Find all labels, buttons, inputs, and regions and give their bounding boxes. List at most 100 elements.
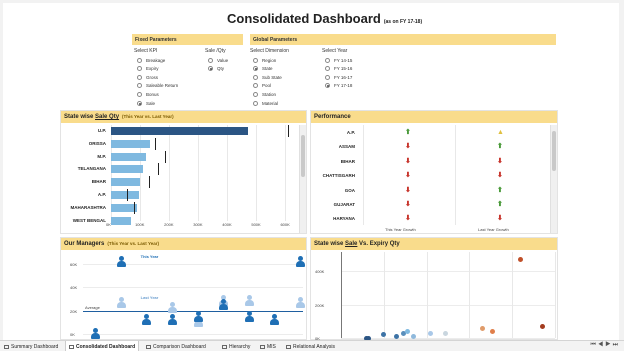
radio-button-icon[interactable] [137,91,142,97]
state-sale-scrollbar[interactable] [299,125,306,233]
perf-this-year-down-arrow-icon: ⬇ [405,215,411,223]
state-bar-m-p[interactable] [111,152,146,161]
last-tab-icon[interactable]: ⏭ [613,342,620,348]
state-bar-bihar[interactable] [111,178,141,187]
page-title: Consolidated Dashboard (as on FY 17-18) [227,11,423,26]
manager-last-year-person-icon[interactable] [167,302,177,314]
manager-this-year-person-icon[interactable] [91,328,100,339]
manager-this-year-person-icon[interactable] [142,314,152,325]
radio-button-icon[interactable] [253,100,258,106]
state-bar-telangana[interactable] [111,165,143,174]
dimension-option-region[interactable]: Region [253,57,276,63]
state-bar-a-p[interactable] [111,191,139,199]
scatter-point[interactable] [518,257,524,263]
unit-option-label: Value [217,57,229,63]
kpi-option-saleable-return[interactable]: Saleable Return [137,83,178,89]
manager-last-year-person-icon[interactable] [296,296,305,308]
radio-button-icon[interactable] [325,57,330,63]
tab-nav-buttons[interactable]: ⏮◀▶⏭ [590,342,620,349]
kpi-option-breakage[interactable]: Breakage [137,57,165,63]
manager-this-year-person-icon[interactable] [116,255,126,267]
radio-button-icon[interactable] [137,100,142,106]
radio-button-icon[interactable] [325,83,330,89]
state-last-year-marker [126,189,128,201]
unit-option-value[interactable]: Value [208,57,228,63]
performance-scrollbar[interactable] [550,125,557,233]
year-option-fy-17-18[interactable]: FY 17-18 [325,83,352,89]
tab-consolidated-dashboard[interactable]: Consolidated Dashboard [65,341,140,351]
manager-last-year-person-icon[interactable] [244,295,254,307]
dimension-option-station[interactable]: Station [253,91,276,97]
performance-scroll-thumb[interactable] [552,131,556,171]
radio-button-icon[interactable] [253,57,258,63]
dimension-option-sub-state[interactable]: Sub State [253,74,282,80]
radio-button-icon[interactable] [208,66,213,72]
dashboard-page: Consolidated Dashboard (as on FY 17-18) F… [0,0,624,351]
sheet-tab-icon [146,345,151,349]
select-dimension-label: Select Dimension [250,48,289,54]
year-option-fy-16-17[interactable]: FY 16-17 [325,74,352,80]
kpi-option-bonus[interactable]: Bonus [137,91,159,97]
scatter-point[interactable] [539,323,545,329]
manager-this-year-person-icon[interactable] [296,255,305,267]
state-sale-scroll-thumb[interactable] [301,135,305,177]
state-axis-tick: 200K [164,222,174,227]
unit-option-qty[interactable]: Qty [208,66,224,72]
scatter-point[interactable] [479,326,485,332]
kpi-option-expiry[interactable]: Expiry [137,66,159,72]
person-head [118,255,124,261]
state-label-maharashtra: MAHARASHTRA [70,204,107,210]
dimension-option-pool[interactable]: Pool [253,83,271,89]
radio-button-icon[interactable] [325,74,330,80]
tab-summary-dashboard[interactable]: Summary Dashboard [1,341,61,351]
tab-mis[interactable]: MIS [257,341,279,351]
scatter-point[interactable] [490,328,496,334]
radio-button-icon[interactable] [253,83,258,89]
next-tab-icon[interactable]: ▶ [605,342,612,348]
manager-last-year-person-icon[interactable] [116,296,126,308]
kpi-option-label: Breakage [146,57,166,63]
kpi-option-sale[interactable]: Sale [137,100,155,106]
radio-button-icon[interactable] [137,66,142,72]
state-bar-west-bengal[interactable] [111,216,132,225]
manager-last-year-label: Last Year [140,294,159,300]
manager-this-year-person-icon[interactable] [193,310,203,322]
tab-comparison-dashboard[interactable]: Comparison Dashboard [143,341,209,351]
year-option-fy-15-16[interactable]: FY 15-16 [325,66,352,72]
global-parameters-header: Global Parameters [250,34,556,45]
radio-button-icon[interactable] [325,66,330,72]
dimension-option-material[interactable]: Material [253,100,278,106]
manager-this-year-person-icon[interactable] [167,314,177,325]
scatter-point[interactable] [404,328,410,334]
person-body [193,315,203,322]
manager-grid-line [83,334,303,335]
radio-button-icon[interactable] [137,83,142,89]
manager-this-year-person-icon[interactable] [219,298,229,310]
manager-this-year-person-icon[interactable] [270,314,280,325]
first-tab-icon[interactable]: ⏮ [590,342,597,348]
manager-axis-tick: 60K [70,262,78,267]
dimension-option-state[interactable]: State [253,66,273,72]
radio-button-icon[interactable] [253,66,258,72]
year-option-label: FY 16-17 [334,74,353,80]
state-axis-tick: 600K [280,222,290,227]
state-bar-u-p[interactable] [111,127,248,135]
scatter-point[interactable] [394,333,400,339]
state-bar-orissa[interactable] [111,139,151,148]
scatter-point[interactable] [443,330,449,336]
tab-hierarchy[interactable]: Hierarchy [219,341,253,351]
radio-button-icon[interactable] [137,74,142,80]
radio-button-icon[interactable] [253,91,258,97]
tab-relational-analysis[interactable]: Relational Analysis [283,341,338,351]
radio-button-icon[interactable] [137,57,142,63]
scatter-point[interactable] [381,332,387,338]
scatter-axis-tick: 200K [315,302,325,308]
year-option-fy-14-15[interactable]: FY 14-15 [325,57,352,63]
scatter-point[interactable] [428,330,434,336]
person-head [298,255,303,261]
radio-button-icon[interactable] [208,57,213,63]
kpi-option-gross[interactable]: Gross [137,74,158,80]
radio-button-icon[interactable] [253,74,258,80]
state-bar-maharashtra[interactable] [111,203,138,212]
manager-this-year-person-icon[interactable] [244,310,254,322]
